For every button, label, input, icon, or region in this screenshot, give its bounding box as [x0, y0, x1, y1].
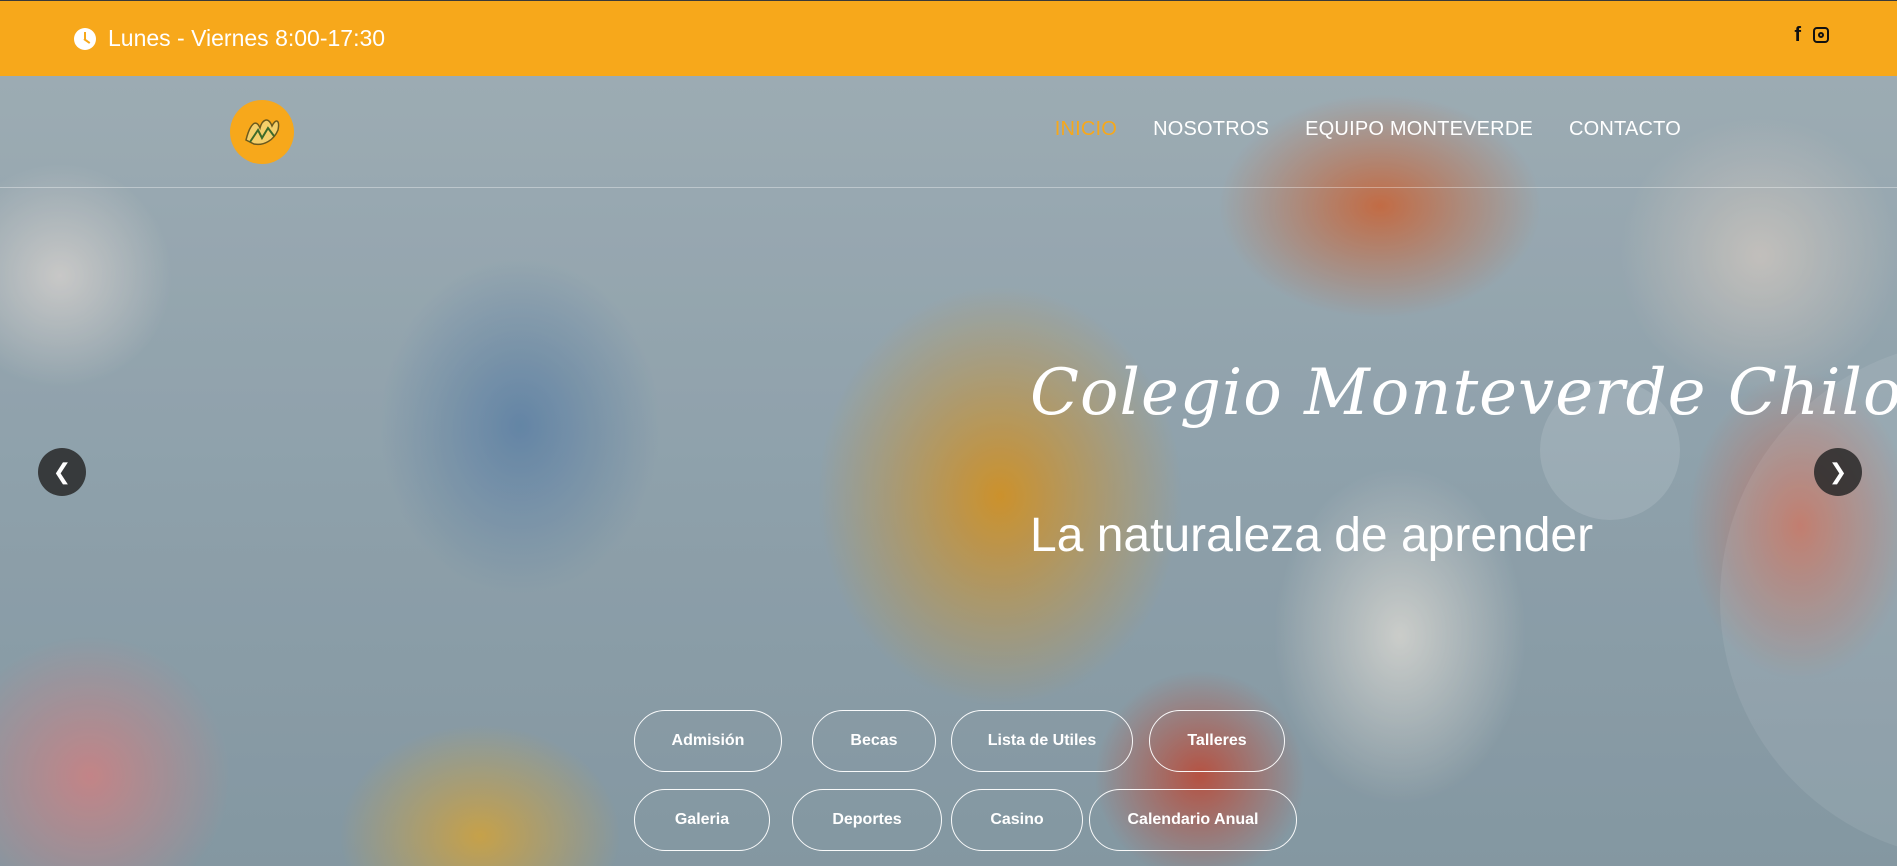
nav-item-inicio[interactable]: INICIO: [1055, 118, 1117, 141]
instagram-icon[interactable]: [1813, 27, 1829, 43]
topbar: Lunes - Viernes 8:00-17:30 f: [0, 0, 1897, 76]
deportes-button[interactable]: Deportes: [792, 789, 942, 851]
hero-title: Colegio Monteverde Chiloé: [1030, 356, 1897, 430]
hours-text: Lunes - Viernes 8:00-17:30: [108, 25, 386, 51]
hero-subtitle: La naturaleza de aprender: [1030, 509, 1594, 562]
nav-menu: INICIO NOSOTROS EQUIPO MONTEVERDE CONTAC…: [1055, 118, 1681, 141]
galeria-button[interactable]: Galeria: [634, 789, 770, 851]
chevron-right-icon: ❯: [1828, 459, 1848, 484]
becas-button[interactable]: Becas: [812, 710, 936, 772]
casino-button[interactable]: Casino: [951, 789, 1083, 851]
admision-button[interactable]: Admisión: [634, 710, 782, 772]
slider-prev-button[interactable]: ❮: [38, 448, 86, 496]
lista-utiles-button[interactable]: Lista de Utiles: [951, 710, 1133, 772]
nav-item-contacto[interactable]: CONTACTO: [1569, 118, 1681, 141]
social-links: f: [1794, 25, 1829, 45]
calendario-anual-button[interactable]: Calendario Anual: [1089, 789, 1297, 851]
site-logo[interactable]: [230, 100, 294, 164]
nav-item-nosotros[interactable]: NOSOTROS: [1153, 118, 1269, 141]
main-nav: INICIO NOSOTROS EQUIPO MONTEVERDE CONTAC…: [0, 76, 1897, 188]
chevron-left-icon: ❮: [52, 459, 72, 484]
hours-info: Lunes - Viernes 8:00-17:30: [74, 25, 385, 52]
clock-icon: [74, 27, 96, 50]
logo-leaf-icon: [245, 119, 280, 146]
facebook-icon[interactable]: f: [1794, 25, 1801, 45]
slider-next-button[interactable]: ❯: [1814, 448, 1862, 496]
page: Lunes - Viernes 8:00-17:30 f INICIO NOSO…: [0, 0, 1897, 866]
talleres-button[interactable]: Talleres: [1149, 710, 1285, 772]
nav-item-equipo-monteverde[interactable]: EQUIPO MONTEVERDE: [1305, 118, 1533, 141]
